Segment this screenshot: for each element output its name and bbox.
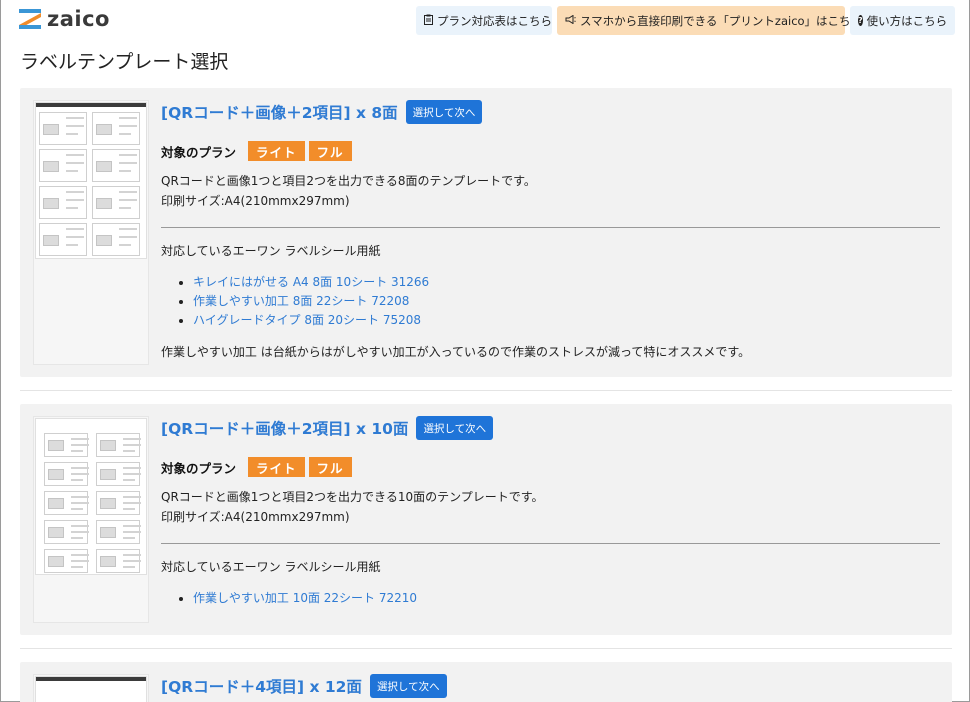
template-info: [QRコード＋画像＋2項目] x 8面 選択して次へ 対象のプラン ライト フル… xyxy=(161,100,940,360)
label-cell xyxy=(44,491,89,515)
target-plans: 対象のプラン ライト フル xyxy=(161,141,940,161)
label-cell xyxy=(39,112,87,145)
zaico-logo[interactable]: zaico xyxy=(19,7,110,31)
template-preview xyxy=(33,674,149,702)
label-cell xyxy=(96,520,141,544)
paper-list: キレイにはがせる A4 8面 10シート 31266 作業しやすい加工 8面 2… xyxy=(161,273,940,330)
label-cell xyxy=(44,520,89,544)
template-description: QRコードと画像1つと項目2つを出力できる10面のテンプレートです。 印刷サイズ… xyxy=(161,487,940,527)
template-info: [QRコード＋4項目] x 12面 選択して次へ xyxy=(161,674,940,698)
recommendation-note: 作業しやすい加工 は台紙からはがしやすい加工が入っているので作業のストレスが減っ… xyxy=(161,345,751,359)
template-thumbnail[interactable] xyxy=(35,676,147,702)
app-header: zaico プラン対応表はこちら スマホから直接印刷できる「プリントzaico」… xyxy=(1,0,969,40)
select-next-button[interactable]: 選択して次へ xyxy=(369,674,447,698)
template-info: [QRコード＋画像＋2項目] x 10面 選択して次へ 対象のプラン ライト フ… xyxy=(161,416,940,608)
compatible-paper-label: 対応しているエーワン ラベルシール用紙 xyxy=(161,560,381,574)
template-description: QRコードと画像1つと項目2つを出力できる8面のテンプレートです。 印刷サイズ:… xyxy=(161,171,940,211)
divider xyxy=(20,648,952,649)
select-next-button[interactable]: 選択して次へ xyxy=(405,100,483,124)
zaico-logo-icon xyxy=(19,9,41,29)
paper-link[interactable]: ハイグレードタイプ 8面 20シート 75208 xyxy=(193,313,421,327)
plan-badge-full: フル xyxy=(308,141,352,161)
plan-badge-light: ライト xyxy=(248,457,305,477)
label-cell xyxy=(44,433,89,457)
label-cell xyxy=(96,491,141,515)
divider xyxy=(161,227,940,228)
paper-link[interactable]: キレイにはがせる A4 8面 10シート 31266 xyxy=(193,275,429,289)
list-item: 作業しやすい加工 10面 22シート 72210 xyxy=(193,589,940,608)
label-cell xyxy=(96,433,141,457)
plan-badge-light: ライト xyxy=(248,141,305,161)
label-cell xyxy=(44,549,89,573)
template-name[interactable]: [QRコード＋画像＋2項目] x 10面 xyxy=(161,417,408,439)
help-button[interactable]: ? 使い方はこちら xyxy=(850,6,955,35)
template-card: [QRコード＋4項目] x 12面 選択して次へ xyxy=(20,662,952,702)
logo-text: zaico xyxy=(47,7,110,31)
paper-link[interactable]: 作業しやすい加工 10面 22シート 72210 xyxy=(193,591,417,605)
clipboard-icon xyxy=(424,14,433,28)
page-title: ラベルテンプレート選択 xyxy=(20,51,229,73)
print-size-text: 印刷サイズ:A4(210mmx297mm) xyxy=(161,194,350,208)
paper-list: 作業しやすい加工 10面 22シート 72210 xyxy=(161,589,940,608)
template-name[interactable]: [QRコード＋4項目] x 12面 xyxy=(161,675,362,697)
template-name[interactable]: [QRコード＋画像＋2項目] x 8面 xyxy=(161,101,398,123)
plans-label: 対象のプラン xyxy=(161,460,237,476)
print-size-text: 印刷サイズ:A4(210mmx297mm) xyxy=(161,510,350,524)
print-zaico-label: スマホから直接印刷できる「プリントzaico」はこちら xyxy=(580,13,863,28)
template-card: [QRコード＋画像＋2項目] x 8面 選択して次へ 対象のプラン ライト フル… xyxy=(20,88,952,377)
description-text: QRコードと画像1つと項目2つを出力できる10面のテンプレートです。 xyxy=(161,490,544,504)
list-item: 作業しやすい加工 8面 22シート 72208 xyxy=(193,292,940,311)
plan-badge-full: フル xyxy=(308,457,352,477)
help-label: 使い方はこちら xyxy=(866,13,948,28)
label-cell xyxy=(92,112,140,145)
template-card: [QRコード＋画像＋2項目] x 10面 選択して次へ 対象のプラン ライト フ… xyxy=(20,404,952,635)
description-text: QRコードと画像1つと項目2つを出力できる8面のテンプレートです。 xyxy=(161,174,536,188)
divider xyxy=(20,390,952,391)
label-cell xyxy=(96,549,141,573)
label-cell xyxy=(39,149,87,182)
label-cell xyxy=(92,149,140,182)
list-item: キレイにはがせる A4 8面 10シート 31266 xyxy=(193,273,940,292)
select-next-button[interactable]: 選択して次へ xyxy=(416,416,494,440)
compatible-paper-label: 対応しているエーワン ラベルシール用紙 xyxy=(161,244,381,258)
label-cell xyxy=(39,223,87,256)
template-thumbnail[interactable] xyxy=(35,418,147,575)
label-cell xyxy=(92,186,140,219)
label-cell xyxy=(96,462,141,486)
print-zaico-button[interactable]: スマホから直接印刷できる「プリントzaico」はこちら xyxy=(557,6,862,35)
label-cell xyxy=(44,462,89,486)
template-preview xyxy=(33,100,149,365)
divider xyxy=(161,543,940,544)
label-cell xyxy=(39,186,87,219)
label-cell xyxy=(92,223,140,256)
template-thumbnail[interactable] xyxy=(35,102,147,259)
megaphone-icon xyxy=(565,14,576,27)
paper-link[interactable]: 作業しやすい加工 8面 22シート 72208 xyxy=(193,294,409,308)
target-plans: 対象のプラン ライト フル xyxy=(161,457,940,477)
template-preview xyxy=(33,416,149,623)
plans-label: 対象のプラン xyxy=(161,144,237,160)
question-icon: ? xyxy=(858,15,863,26)
plan-table-button[interactable]: プラン対応表はこちら xyxy=(416,6,552,35)
list-item: ハイグレードタイプ 8面 20シート 75208 xyxy=(193,311,940,330)
plan-table-label: プラン対応表はこちら xyxy=(437,13,552,28)
